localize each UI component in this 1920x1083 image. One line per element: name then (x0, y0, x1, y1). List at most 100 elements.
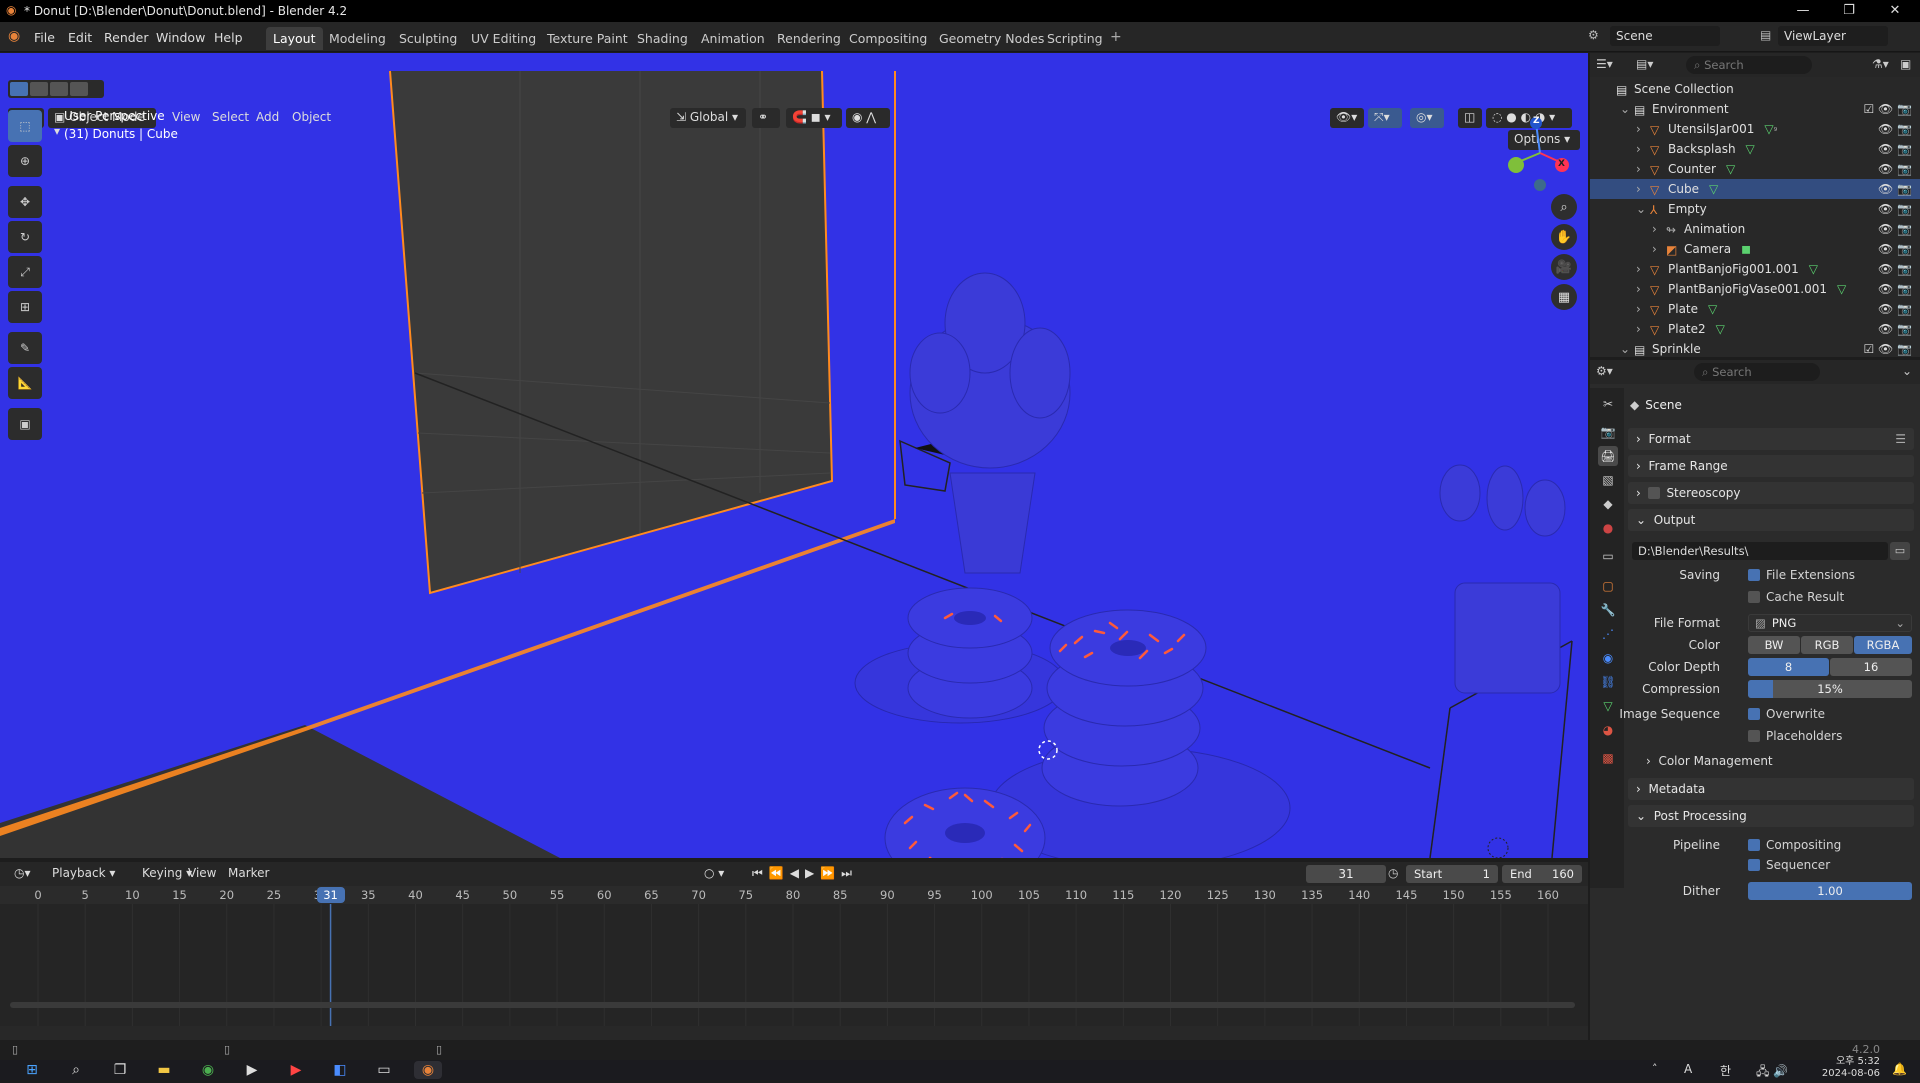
minimize-button[interactable]: — (1780, 0, 1826, 22)
ime-han-indicator[interactable]: 한 (1720, 1062, 1731, 1079)
timeline-ruler[interactable]: 0510152025303540455055606570758085909510… (0, 886, 1588, 904)
select-invert-icon[interactable] (70, 82, 88, 96)
tab-geometry-nodes[interactable]: Geometry Nodes (932, 27, 1051, 50)
cursor-icon[interactable]: ⊕ (8, 145, 42, 177)
collapse-chevron-icon[interactable]: ⌄ (1636, 202, 1650, 216)
visibility-toggles-icon[interactable]: 👁 📷 (1878, 122, 1912, 136)
tab-texture-paint[interactable]: Texture Paint (540, 27, 635, 50)
render-tab-icon[interactable]: 📷 (1598, 422, 1618, 442)
visibility-toggles-icon[interactable]: 👁 📷 (1878, 162, 1912, 176)
outliner-editor-icon[interactable]: ☰▾ (1596, 57, 1613, 71)
placeholders-checkbox[interactable]: Placeholders (1748, 729, 1842, 743)
blender-menu-icon[interactable]: ◉ (8, 28, 20, 44)
media-player-icon[interactable]: ▶ (238, 1061, 266, 1079)
scene-tab-icon[interactable]: ◆ (1598, 494, 1618, 514)
file-format-dropdown[interactable]: ▨ PNG ⌄ (1748, 614, 1912, 632)
expand-chevron-icon[interactable]: › (1636, 182, 1650, 196)
terminal-icon[interactable]: ▭ (370, 1061, 398, 1079)
annotate-icon[interactable]: ✎ (8, 332, 42, 364)
visibility-toggles-icon[interactable]: ☑ 👁 📷 (1863, 342, 1912, 356)
section-metadata[interactable]: › Metadata (1628, 778, 1914, 800)
outliner-search-input[interactable]: ⌕ Search (1686, 56, 1812, 74)
overlay-toggle-icon[interactable]: ◎▾ (1410, 108, 1444, 128)
sequencer-checkbox[interactable]: Sequencer (1748, 858, 1830, 872)
snap-icon[interactable]: 🧲 ◼ ▾ (786, 108, 842, 128)
task-view-icon[interactable]: ❐ (106, 1061, 134, 1079)
start-icon[interactable]: ⊞ (18, 1061, 46, 1079)
menu-select[interactable]: Select (206, 108, 255, 128)
visibility-toggles-icon[interactable]: 👁 📷 (1878, 262, 1912, 276)
outliner-row[interactable]: › ▽ Plate2 ▽ 👁 📷 (1590, 319, 1920, 339)
visibility-toggles-icon[interactable]: 👁 📷 (1878, 182, 1912, 196)
collection-tab-icon[interactable]: ▭ (1598, 546, 1618, 566)
timeline-editor-icon[interactable]: ◷▾ (8, 864, 37, 884)
outliner-row[interactable]: › ▽ Counter ▽ 👁 📷 (1590, 159, 1920, 179)
outliner-row[interactable]: › ↬ Animation 👁 📷 (1590, 219, 1920, 239)
blender-taskbar-icon[interactable]: ◉ (414, 1061, 442, 1079)
compression-slider[interactable]: 15% (1748, 680, 1912, 698)
visibility-toggles-icon[interactable]: 👁 📷 (1878, 282, 1912, 296)
section-stereoscopy[interactable]: › Stereoscopy (1628, 482, 1914, 504)
output-tab-icon[interactable]: 🖨 (1598, 446, 1618, 466)
camera-view-icon[interactable]: 🎥 (1551, 254, 1577, 280)
filter-icon[interactable]: ⚗▾ (1872, 57, 1889, 71)
visibility-icon[interactable]: 👁▾ (1330, 108, 1364, 128)
navigation-gizmo[interactable]: Z X (1500, 113, 1580, 193)
properties-editor-icon[interactable]: ⚙▾ (1596, 364, 1613, 378)
menu-edit[interactable]: Edit (62, 28, 98, 47)
select-box-icon[interactable]: ⬚ (8, 110, 42, 142)
outliner-row[interactable]: › ▽ PlantBanjoFigVase001.001 ▽ 👁 📷 (1590, 279, 1920, 299)
scale-icon[interactable]: ⤢ (8, 256, 42, 288)
expand-chevron-icon[interactable]: › (1636, 302, 1650, 316)
measure-icon[interactable]: 📐 (8, 367, 42, 399)
current-frame-field[interactable]: 31 (1306, 865, 1386, 883)
tab-animation[interactable]: Animation (694, 27, 772, 50)
outliner-row[interactable]: › ▽ Cube ▽ 👁 📷 (1590, 179, 1920, 199)
menu-marker[interactable]: Marker (222, 864, 275, 884)
visibility-toggles-icon[interactable]: ☑ 👁 📷 (1863, 102, 1912, 116)
select-subtract-icon[interactable] (50, 82, 68, 96)
timeline-scrollbar[interactable] (10, 1002, 1575, 1008)
autokey-icon[interactable]: ○ ▾ (698, 864, 730, 884)
cache-result-checkbox[interactable]: Cache Result (1748, 590, 1844, 604)
outliner-row[interactable]: › ▽ Backsplash ▽ 👁 📷 (1590, 139, 1920, 159)
tab-modeling[interactable]: Modeling (322, 27, 393, 50)
pivot-icon[interactable]: ⚭ (752, 108, 780, 128)
section-format[interactable]: › Format ☰ (1628, 428, 1914, 450)
scene-icon[interactable]: ⚙ (1588, 28, 1599, 42)
view-layer-tab-icon[interactable]: ▧ (1598, 470, 1618, 490)
tab-layout[interactable]: Layout (266, 27, 323, 50)
tool-tab-icon[interactable]: ✂ (1598, 394, 1618, 414)
preview-range-icon[interactable]: ◷ (1388, 866, 1398, 880)
proportional-icon[interactable]: ◉ ⋀ (846, 108, 890, 128)
outliner-row[interactable]: › ▽ PlantBanjoFig001.001 ▽ 👁 📷 (1590, 259, 1920, 279)
collapse-chevron-icon[interactable]: ⌄ (1620, 342, 1634, 356)
file-extensions-checkbox[interactable]: File Extensions (1748, 568, 1855, 582)
tab-uv-editing[interactable]: UV Editing (464, 27, 543, 50)
close-button[interactable]: ✕ (1872, 0, 1918, 22)
select-new-icon[interactable] (10, 82, 28, 96)
menu-object[interactable]: Object (286, 108, 337, 128)
output-path-field[interactable]: D:\Blender\Results\ (1632, 542, 1888, 560)
view-layer-selector[interactable]: ViewLayer (1778, 26, 1888, 46)
visibility-toggles-icon[interactable]: 👁 📷 (1878, 322, 1912, 336)
texture-tab-icon[interactable]: ▩ (1598, 748, 1618, 768)
new-collection-icon[interactable]: ▣ (1900, 57, 1911, 71)
display-mode-icon[interactable]: ▤▾ (1636, 57, 1653, 71)
select-extend-icon[interactable] (30, 82, 48, 96)
menu-playback[interactable]: Playback ▾ (46, 864, 121, 884)
tab-compositing[interactable]: Compositing (842, 27, 934, 50)
dither-field[interactable]: 1.00 (1748, 882, 1912, 900)
visibility-toggles-icon[interactable]: 👁 📷 (1878, 222, 1912, 236)
add-cube-icon[interactable]: ▣ (8, 408, 42, 440)
expand-chevron-icon[interactable]: › (1636, 322, 1650, 336)
properties-options-icon[interactable]: ⌄ (1902, 364, 1912, 378)
menu-window[interactable]: Window (150, 28, 211, 47)
expand-chevron-icon[interactable]: › (1636, 122, 1650, 136)
transform-icon[interactable]: ⊞ (8, 291, 42, 323)
tab-rendering[interactable]: Rendering (770, 27, 848, 50)
start-frame-field[interactable]: Start 1 (1406, 865, 1498, 883)
playback-controls[interactable]: ⏮⏪◀▶⏩⏭ (746, 864, 864, 884)
expand-chevron-icon[interactable]: › (1652, 242, 1666, 256)
section-output[interactable]: ⌄ Output (1628, 509, 1914, 531)
